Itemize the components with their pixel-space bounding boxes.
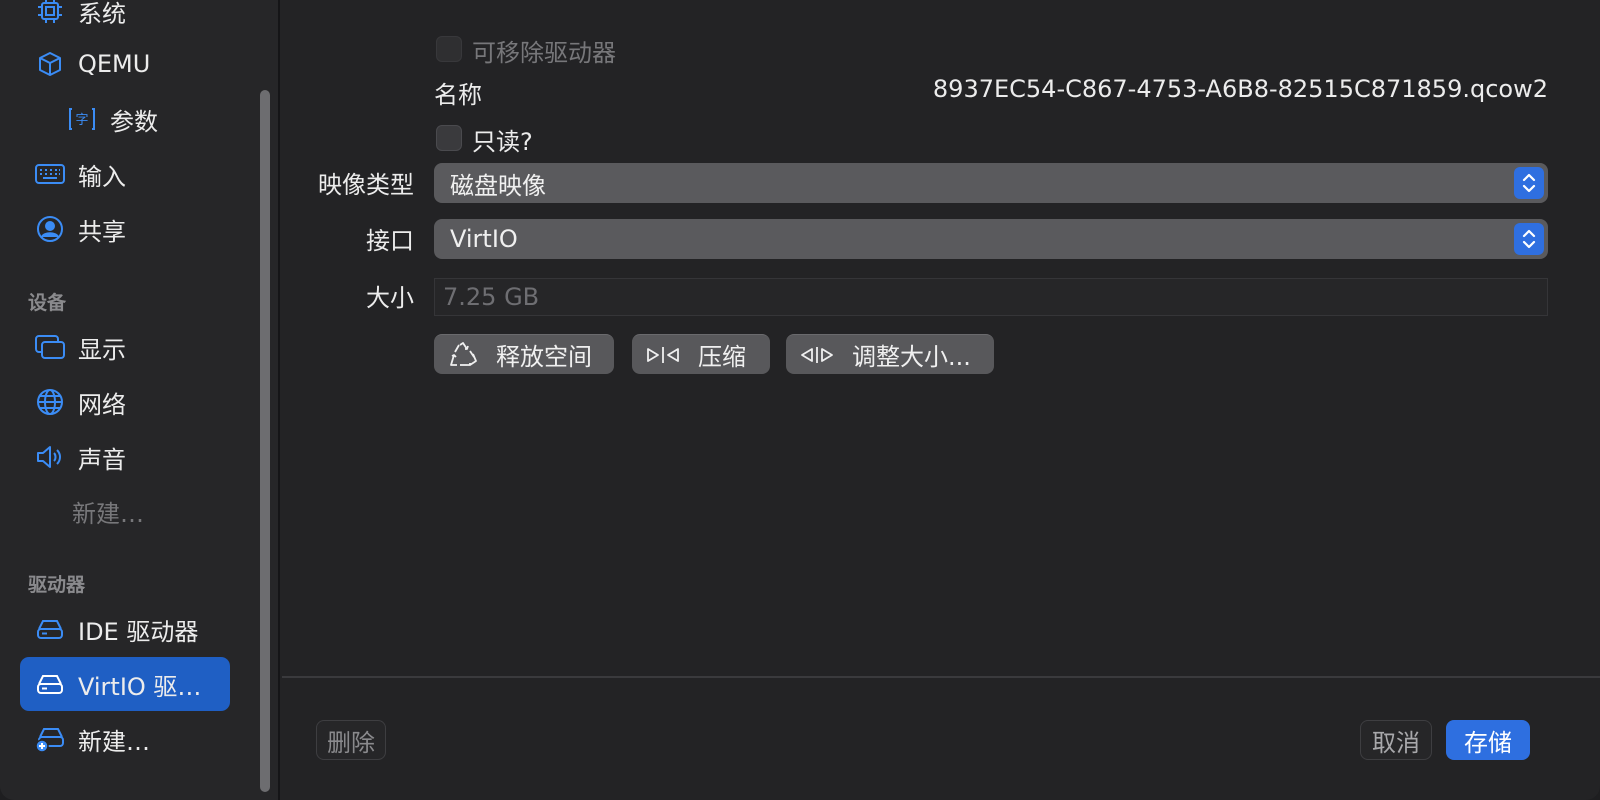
drive-icon (34, 613, 66, 645)
footer-divider (282, 676, 1600, 678)
size-value: 7.25 GB (443, 283, 540, 311)
cancel-button[interactable]: 取消 (1360, 720, 1432, 760)
chevron-up-down-icon (1514, 223, 1544, 255)
sidebar-item-label: 新建… (78, 727, 150, 756)
scrollbar-thumb[interactable] (260, 90, 270, 792)
drive-icon (34, 668, 66, 700)
removable-drive-label: 可移除驱动器 (472, 39, 616, 67)
interface-select[interactable]: VirtIO (434, 219, 1548, 259)
resize-button[interactable]: 调整大小... (786, 334, 994, 374)
globe-icon (34, 386, 66, 418)
sidebar-item-new-drive[interactable]: 新建… (20, 712, 230, 766)
delete-label: 删除 (327, 728, 375, 757)
compress-label: 压缩 (698, 343, 746, 371)
sidebar-item-label: 声音 (78, 445, 126, 474)
person-circle-icon (34, 213, 66, 245)
sidebar-item-label: 网络 (78, 390, 126, 419)
settings-window: 系统 QEMU 字 参数 输入 共享 设备 显示 网络 声音 新建… 驱动器 I… (0, 0, 1600, 800)
svg-text:字: 字 (75, 113, 88, 128)
compress-icon (646, 345, 680, 365)
sidebar-item-label: QEMU (78, 50, 151, 78)
name-label: 名称 (434, 81, 482, 109)
sidebar-section-drives: 驱动器 (28, 574, 86, 596)
chevron-up-down-icon (1514, 167, 1544, 199)
drive-settings-panel: 可移除驱动器 名称 8937EC54-C867-4753-A6B8-82515C… (282, 0, 1600, 800)
drive-add-icon (34, 723, 66, 755)
sidebar-item-label: 共享 (78, 217, 126, 246)
sidebar-item-label: 显示 (78, 335, 126, 364)
sidebar-item-label: 新建… (72, 499, 144, 528)
resize-icon (800, 345, 834, 365)
interface-label: 接口 (366, 227, 414, 255)
resize-label: 调整大小... (852, 343, 971, 371)
delete-button[interactable]: 删除 (316, 720, 386, 760)
sidebar-item-label: 系统 (78, 0, 126, 28)
speaker-icon (34, 441, 66, 473)
size-field: 7.25 GB (434, 278, 1548, 316)
save-button[interactable]: 存储 (1446, 720, 1530, 760)
removable-drive-checkbox[interactable] (436, 36, 462, 62)
sidebar-scrollbar[interactable] (258, 90, 272, 794)
compress-button[interactable]: 压缩 (632, 334, 770, 374)
readonly-checkbox[interactable] (436, 125, 462, 151)
sidebar-item-label: 参数 (110, 107, 158, 136)
sidebar-item-ide-drive[interactable]: IDE 驱动器 (20, 602, 230, 656)
cancel-label: 取消 (1372, 728, 1420, 757)
sidebar-item-input[interactable]: 输入 (20, 147, 230, 201)
readonly-label: 只读? (472, 128, 533, 156)
name-value: 8937EC54-C867-4753-A6B8-82515C871859.qco… (932, 75, 1548, 103)
image-type-value: 磁盘映像 (450, 171, 546, 200)
sidebar: 系统 QEMU 字 参数 输入 共享 设备 显示 网络 声音 新建… 驱动器 I… (0, 0, 280, 800)
sidebar-item-label: VirtIO 驱… (78, 672, 202, 701)
sidebar-section-devices: 设备 (28, 292, 67, 314)
save-label: 存储 (1464, 728, 1512, 757)
sidebar-item-network[interactable]: 网络 (20, 375, 230, 429)
sidebar-item-virtio-drive[interactable]: VirtIO 驱… (20, 657, 230, 711)
sidebar-item-arguments[interactable]: 字 参数 (20, 92, 230, 146)
sidebar-item-label: 输入 (78, 162, 126, 191)
image-type-select[interactable]: 磁盘映像 (434, 163, 1548, 203)
sidebar-item-sharing[interactable]: 共享 (20, 202, 230, 256)
display-icon (34, 331, 66, 363)
sidebar-item-system[interactable]: 系统 (20, 0, 230, 38)
image-type-label: 映像类型 (318, 171, 414, 199)
sidebar-item-display[interactable]: 显示 (20, 320, 230, 374)
reclaim-space-label: 释放空间 (496, 343, 592, 371)
sidebar-item-label: IDE 驱动器 (78, 617, 199, 646)
interface-value: VirtIO (450, 225, 518, 253)
sidebar-item-sound[interactable]: 声音 (20, 430, 230, 484)
sidebar-item-qemu[interactable]: QEMU (20, 37, 230, 91)
size-label: 大小 (366, 284, 414, 312)
reclaim-space-button[interactable]: 释放空间 (434, 334, 614, 374)
keyboard-icon (34, 158, 66, 190)
recycle-icon (448, 341, 478, 369)
text-format-icon: 字 (66, 103, 98, 135)
cube-icon (34, 48, 66, 80)
cpu-icon (34, 0, 66, 27)
sidebar-item-new-device[interactable]: 新建… (20, 484, 230, 538)
